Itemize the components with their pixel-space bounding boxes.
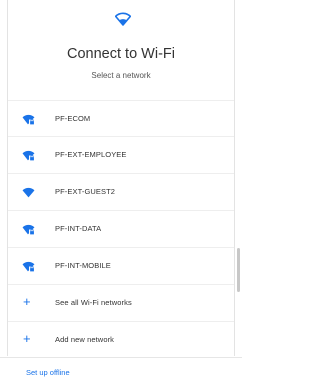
network-name: PF-INT-MOBILE — [55, 261, 111, 270]
page-title: Connect to Wi-Fi — [67, 46, 175, 62]
network-name: PF-EXT-GUEST2 — [55, 187, 116, 196]
network-item-pf-int-data[interactable]: PF-INT-DATA — [8, 211, 234, 248]
wifi-setup-screen: Connect to Wi-Fi Select a network PF-ECO… — [0, 0, 242, 382]
network-item-pf-ext-guest2[interactable]: PF-EXT-GUEST2 — [8, 174, 234, 211]
network-name: PF-INT-DATA — [55, 224, 102, 233]
network-item-pf-ecom[interactable]: PF-ECOM — [8, 100, 234, 137]
add-new-network-button[interactable]: + Add new network — [8, 322, 234, 359]
see-all-networks-button[interactable]: + See all Wi-Fi networks — [8, 285, 234, 322]
network-item-pf-ext-employee[interactable]: PF-EXT-EMPLOYEE — [8, 137, 234, 174]
plus-icon: + — [23, 294, 31, 309]
setup-offline-link[interactable]: Set up offline — [26, 368, 70, 377]
plus-icon: + — [23, 331, 31, 346]
wifi-icon — [114, 12, 132, 26]
scrollbar[interactable] — [237, 248, 240, 292]
wifi-locked-icon — [22, 261, 35, 272]
wifi-locked-icon — [22, 150, 35, 161]
network-name: PF-ECOM — [55, 114, 91, 123]
wifi-locked-icon — [22, 114, 35, 125]
network-item-pf-int-mobile[interactable]: PF-INT-MOBILE — [8, 248, 234, 285]
wifi-locked-icon — [22, 224, 35, 235]
network-name: PF-EXT-EMPLOYEE — [55, 150, 127, 159]
wifi-icon — [22, 187, 35, 198]
add-new-network-label: Add new network — [55, 335, 115, 344]
see-all-networks-label: See all Wi-Fi networks — [55, 298, 132, 307]
network-list: PF-ECOM PF-EXT-EMPLOYEE PF-EXT-GUEST2 PF… — [8, 100, 234, 359]
footer-divider — [0, 357, 242, 358]
page-subtitle: Select a network — [91, 71, 151, 80]
